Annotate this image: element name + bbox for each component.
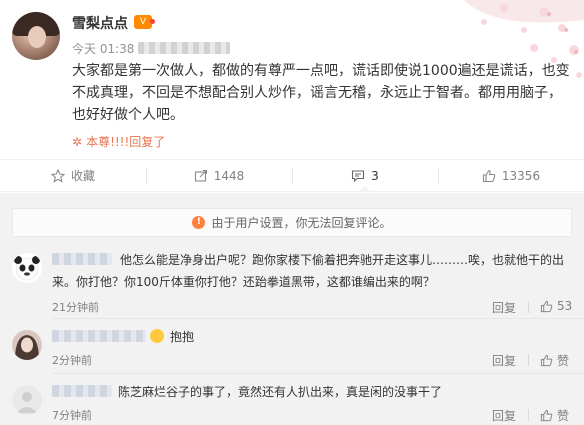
post-time[interactable]: 今天 01:38: [72, 42, 134, 56]
thumbs-up-icon: [540, 354, 553, 367]
emoji-icon: [150, 329, 164, 343]
comment-text-line2: 来。你打他？你100斤体重你打他？还跆拳道黑带，这都谁编出来的啊？: [52, 275, 435, 289]
comments-section: ! 由于用户设置，你无法回复评论。 他怎么能是净身出户呢？跑你家楼下偷着把奔驰开…: [0, 193, 584, 425]
comment-count: 3: [371, 168, 379, 183]
like-count: 13356: [501, 168, 541, 183]
blurred-username[interactable]: [52, 385, 112, 397]
girl-avatar[interactable]: [12, 330, 42, 360]
comment-icon: [352, 169, 365, 182]
post-meta: 今天 01:38: [72, 40, 231, 57]
blurred-source: [138, 42, 231, 54]
comment-like-count: 53: [557, 299, 573, 313]
comment-time: 7分钟前: [52, 409, 92, 422]
comment-like-count: 赞: [557, 354, 570, 368]
reply-button[interactable]: 回复: [492, 299, 516, 316]
notice-text: 由于用户设置，你无法回复评论。: [211, 216, 392, 230]
comment-text-line1: 抱抱: [170, 330, 195, 344]
comment-text: 他怎么能是净身出户呢？跑你家楼下偷着把奔驰开走这事儿………唉，也就他干的出 来。…: [52, 249, 564, 293]
comment-text: 陈芝麻烂谷子的事了，竟然还有人扒出来，真是闲的没事干了: [52, 381, 442, 403]
user-avatar[interactable]: [12, 12, 60, 60]
blurred-username[interactable]: [52, 330, 146, 342]
post: 雪梨点点 V 今天 01:38 大家都是第一次做人，都做的有尊严一点吧，谎话即使…: [0, 0, 584, 157]
comment-item: 他怎么能是净身出户呢？跑你家楼下偷着把奔驰开走这事儿………唉，也就他干的出 来。…: [0, 249, 584, 315]
comment-time: 21分钟前: [52, 301, 99, 314]
weibo-card: 雪梨点点 V 今天 01:38 大家都是第一次做人，都做的有尊严一点吧，谎话即使…: [0, 0, 584, 425]
comment-text-line1: 他怎么能是净身出户呢？跑你家楼下偷着把奔驰开走这事儿………唉，也就他干的出: [120, 253, 565, 267]
action-bar: 收藏 1448 3 13356: [0, 159, 584, 192]
default-avatar[interactable]: [12, 385, 42, 415]
share-button[interactable]: 1448: [146, 160, 292, 191]
thumbs-up-icon: [540, 300, 553, 312]
comment-time: 2分钟前: [52, 354, 92, 367]
comment-item: 陈芝麻烂谷子的事了，竟然还有人扒出来，真是闲的没事干了 7分钟前 回复 赞: [0, 381, 584, 425]
blurred-username[interactable]: [52, 253, 112, 265]
panda-avatar[interactable]: [12, 253, 42, 283]
author-replied-link[interactable]: ✲ 本尊!!!!回复了: [72, 133, 165, 150]
reply-button[interactable]: 回复: [492, 352, 516, 369]
favorite-label: 收藏: [70, 169, 95, 183]
user-nickname[interactable]: 雪梨点点: [72, 13, 128, 33]
favorite-button[interactable]: 收藏: [0, 160, 146, 191]
star-icon: [50, 168, 65, 183]
comment-button[interactable]: 3: [292, 160, 438, 192]
comment-like-count: 赞: [557, 409, 570, 423]
comment-text-line1: 陈芝麻烂谷子的事了，竟然还有人扒出来，真是闲的没事干了: [118, 385, 443, 399]
like-button[interactable]: 13356: [438, 160, 584, 191]
comment-text: 抱抱: [52, 326, 194, 348]
comment-like-button[interactable]: 赞: [540, 407, 569, 424]
vip-badge-icon[interactable]: V: [134, 15, 155, 29]
comment-separator: [52, 318, 584, 319]
reply-button[interactable]: 回复: [492, 407, 516, 424]
comment-like-button[interactable]: 53: [540, 299, 572, 313]
thumbs-up-icon: [540, 409, 553, 422]
share-icon: [194, 169, 207, 182]
info-icon: !: [192, 216, 206, 229]
thumbs-up-icon: [482, 169, 496, 182]
comment-disabled-notice: ! 由于用户设置，你无法回复评论。: [12, 208, 572, 237]
flower-icon: ✲: [72, 135, 83, 149]
divider: [528, 409, 529, 421]
comment-like-button[interactable]: 赞: [540, 352, 569, 369]
comment-separator: [52, 373, 584, 374]
author-replied-text: 本尊!!!!回复了: [86, 135, 166, 149]
share-count: 1448: [213, 168, 245, 183]
divider: [528, 301, 529, 313]
post-text: 大家都是第一次做人，都做的有尊严一点吧，谎话即使说1000遍还是谎话，也变不成真…: [72, 63, 570, 123]
comment-item: 抱抱 2分钟前 回复 赞: [0, 326, 584, 370]
divider: [528, 354, 529, 366]
